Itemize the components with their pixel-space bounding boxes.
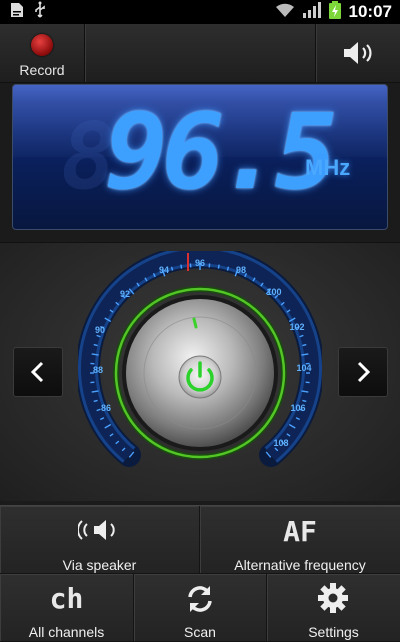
clock: 10:07 <box>349 2 392 22</box>
dial-label: 108 <box>273 438 288 448</box>
channels-icon: ch <box>0 582 133 615</box>
dial-tick <box>94 345 98 346</box>
dial-label: 104 <box>296 363 311 373</box>
record-button[interactable]: Record <box>0 24 84 82</box>
af-icon: AF <box>200 515 400 548</box>
frequency-display: 8 96.5 MHz <box>12 84 388 230</box>
dial-label: 92 <box>120 289 130 299</box>
dial-label: 96 <box>195 258 205 268</box>
usb-icon <box>34 1 46 23</box>
dial-label: 100 <box>266 287 281 297</box>
dial-tick <box>302 400 306 401</box>
chevron-right-icon <box>353 360 373 384</box>
dial-label: 86 <box>101 403 111 413</box>
battery-charging-icon <box>329 1 341 23</box>
record-icon <box>31 34 53 56</box>
scan-button[interactable]: Scan <box>134 574 267 642</box>
knob-indicator <box>194 319 196 327</box>
status-bar: 10:07 <box>0 0 400 24</box>
dial-tick <box>218 265 219 269</box>
top-toolbar: Record <box>0 24 400 83</box>
alternative-frequency-label: Alternative frequency <box>200 557 400 573</box>
tuning-dial[interactable]: 96 98 100 102 104 106 108 94 92 90 88 86 <box>78 251 322 495</box>
dial-label: 102 <box>289 322 304 332</box>
refresh-icon <box>184 583 216 615</box>
settings-label: Settings <box>267 624 400 640</box>
signal-icon <box>303 2 321 22</box>
record-label: Record <box>0 62 84 78</box>
dial-label: 90 <box>95 325 105 335</box>
speaker-waves-icon <box>78 517 122 543</box>
dial-label: 98 <box>236 265 246 275</box>
via-speaker-label: Via speaker <box>0 557 199 573</box>
toolbar-divider <box>84 24 85 82</box>
dial-label: 94 <box>159 265 169 275</box>
speaker-button[interactable] <box>316 24 400 82</box>
dial-label: 88 <box>93 365 103 375</box>
options-menu: Via speaker AF Alternative frequency ch … <box>0 505 400 641</box>
speaker-icon <box>342 40 376 66</box>
via-speaker-button[interactable]: Via speaker <box>0 506 200 574</box>
all-channels-button[interactable]: ch All channels <box>0 574 134 642</box>
frequency-unit: MHz <box>305 155 350 181</box>
dial-label: 106 <box>290 403 305 413</box>
alternative-frequency-button[interactable]: AF Alternative frequency <box>200 506 400 574</box>
file-icon <box>10 2 24 22</box>
scan-label: Scan <box>134 624 266 640</box>
tuner-area: 96 98 100 102 104 106 108 94 92 90 88 86 <box>0 242 400 501</box>
gear-icon <box>317 582 349 614</box>
all-channels-label: All channels <box>0 624 133 640</box>
dial-tick <box>181 265 182 269</box>
dial-tick <box>302 345 306 346</box>
tune-up-button[interactable] <box>338 347 388 397</box>
frequency-value: 96.5 <box>105 91 331 213</box>
tune-down-button[interactable] <box>13 347 63 397</box>
dial-tick <box>94 400 98 401</box>
wifi-icon <box>275 2 295 22</box>
chevron-left-icon <box>28 360 48 384</box>
settings-button[interactable]: Settings <box>267 574 400 642</box>
